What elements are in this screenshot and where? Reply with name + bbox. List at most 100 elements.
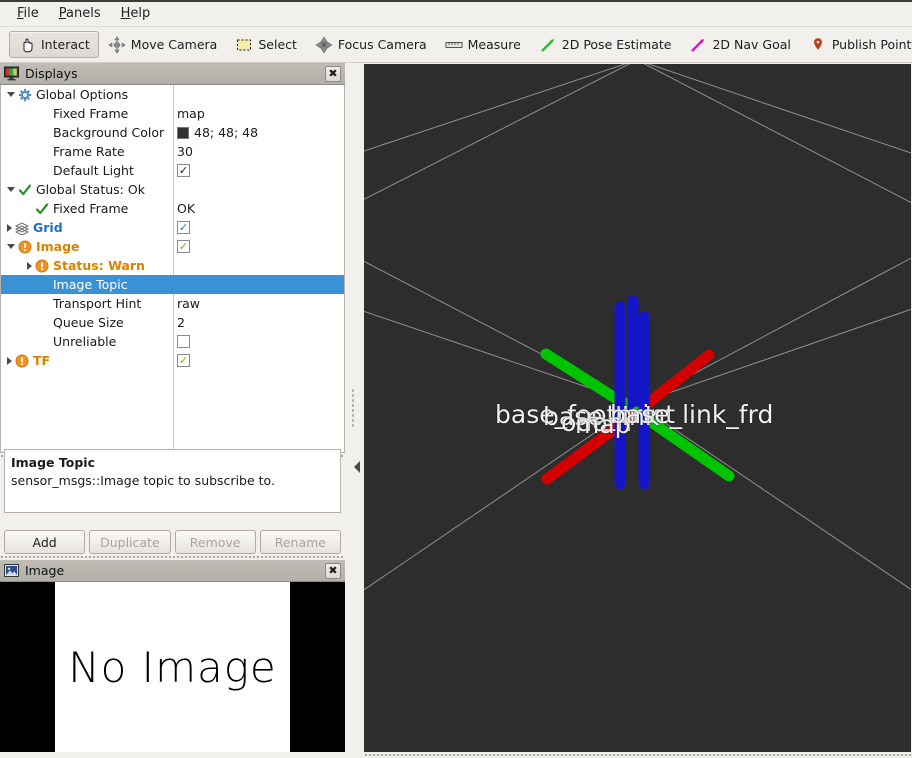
tree-row-value-unreliable[interactable] [177,332,190,351]
no-image-text: No Image [68,642,277,692]
tree-row-icon-wrap [35,278,53,292]
tree-row-label-queue-size: Queue Size [53,315,124,330]
expander-closed-icon[interactable] [27,261,32,270]
duplicate-button[interactable]: Duplicate [89,530,171,554]
no-icon [35,164,49,178]
tree-row-value-queue-size[interactable]: 2 [177,313,185,332]
tree-row-value-background-color[interactable]: 48; 48; 48 [177,123,258,142]
tree-row-grid[interactable]: Grid ✓ [1,218,344,237]
menu-item-help[interactable]: Help [112,3,160,24]
tool-select[interactable]: Select [226,31,306,58]
tree-row-value-image[interactable]: ✓ [177,237,190,256]
tree-row-left: Image [1,239,80,254]
tool-interact[interactable]: Interact [9,31,99,58]
menu-file-rest: ile [23,5,39,21]
tool-focus-camera[interactable]: Focus Camera [306,31,436,58]
tree-row-default-light[interactable]: Default Light ✓ [1,161,344,180]
tree-row-global-status[interactable]: Global Status: Ok [1,180,344,199]
expander-closed-icon[interactable] [7,356,12,365]
tree-row-icon-wrap [15,221,33,235]
remove-button[interactable]: Remove [174,530,256,554]
checkbox-image[interactable]: ✓ [177,240,190,253]
tool-2d-nav-goal[interactable]: 2D Nav Goal [680,31,799,58]
tool-publish-point[interactable]: Publish Point [800,31,912,58]
tree-row-fixed-frame[interactable]: Fixed Frame map [1,104,344,123]
no-icon [35,297,49,311]
tree-row-image-topic[interactable]: Image Topic [1,275,344,294]
no-icon [35,145,49,159]
status-ok-icon [35,203,49,214]
splitter-grip-dots [351,388,355,428]
image-render-area[interactable]: No Image [0,582,345,752]
checkbox-default-light[interactable]: ✓ [177,164,190,177]
viewport-bottom-splitter[interactable] [364,752,911,758]
tree-row-value-status-fixed-frame[interactable]: OK [177,199,195,218]
status-ok-icon [18,184,32,195]
add-button[interactable]: Add [4,530,86,554]
image-close-button[interactable]: ✖ [325,562,341,579]
no-icon [35,335,49,349]
tree-row-value-default-light[interactable]: ✓ [177,161,190,180]
expander-open-icon[interactable] [7,187,15,192]
dock-splitter[interactable] [345,63,364,758]
tree-row-image-status[interactable]: Status: Warn [1,256,344,275]
displays-close-button[interactable]: ✖ [325,65,341,82]
tree-row-queue-size[interactable]: Queue Size 2 [1,313,344,332]
tool-2d-pose-estimate-label: 2D Pose Estimate [561,37,672,52]
splitter-collapse-arrow-icon[interactable] [354,461,360,473]
tree-row-background-color[interactable]: Background Color 48; 48; 48 [1,123,344,142]
no-icon [35,316,49,330]
tree-row-value-frame-rate[interactable]: 30 [177,142,193,161]
tree-row-value-fixed-frame[interactable]: map [177,104,205,123]
tree-row-icon-wrap [35,297,53,311]
tree-row-left: Transport Hint [1,296,141,311]
tool-2d-pose-estimate[interactable]: 2D Pose Estimate [530,31,681,58]
tool-measure[interactable]: Measure [436,31,530,58]
tree-row-icon-wrap [18,183,36,197]
move-camera-icon [108,35,126,54]
menu-item-panels[interactable]: Panels [50,3,110,24]
checkbox-unreliable[interactable] [177,335,190,348]
displays-tree[interactable]: Global Options Fixed Frame map Background C… [0,85,345,453]
tool-move-camera[interactable]: Move Camera [99,31,227,58]
menu-item-file[interactable]: File [8,3,48,24]
expander-closed-icon[interactable] [7,223,12,232]
tree-row-value-grid[interactable]: ✓ [177,218,190,237]
status-warn-icon [15,354,29,367]
expander-open-icon[interactable] [7,92,15,97]
tree-row-value-tf[interactable]: ✓ [177,351,190,370]
tree-row-image[interactable]: Image ✓ [1,237,344,256]
tool-focus-camera-label: Focus Camera [337,37,427,52]
tool-measure-label: Measure [467,37,521,52]
tree-row-left: Grid [1,220,63,235]
tool-interact-label: Interact [41,37,90,52]
checkbox-grid[interactable]: ✓ [177,221,190,234]
image-panel-splitter[interactable] [0,555,345,560]
menu-panels-mnemonic: P [58,5,67,21]
tree-row-icon-wrap [35,335,53,349]
expander-open-icon[interactable] [7,244,15,249]
tree-row-unreliable[interactable]: Unreliable [1,332,344,351]
rename-button[interactable]: Rename [259,530,341,554]
tree-row-left: Fixed Frame [1,106,128,121]
value-text-background-color: 48; 48; 48 [194,125,259,140]
monitor-icon [4,66,19,81]
description-title: Image Topic [11,455,95,470]
tree-rows-container: Global Options Fixed Frame map Background C… [1,85,344,370]
3d-viewport[interactable]: base_footprint base_link odom map base_link_… [364,64,911,752]
tree-row-frame-rate[interactable]: Frame Rate 30 [1,142,344,161]
tree-row-left: Default Light [1,163,134,178]
tree-row-status-fixed-frame[interactable]: Fixed Frame OK [1,199,344,218]
tree-row-label-status-fixed-frame: Fixed Frame [53,201,129,216]
tree-row-global-options[interactable]: Global Options [1,85,344,104]
status-warn-icon [35,259,49,272]
no-icon [35,126,49,140]
color-swatch-background-color[interactable] [177,126,189,139]
value-text-transport-hint: raw [177,296,201,311]
tree-row-value-transport-hint[interactable]: raw [177,294,200,313]
checkbox-tf[interactable]: ✓ [177,354,190,367]
tree-row-tf[interactable]: TF ✓ [1,351,344,370]
tree-row-transport-hint[interactable]: Transport Hint raw [1,294,344,313]
image-panel-title: Image [25,563,65,578]
select-box-icon [237,39,252,50]
